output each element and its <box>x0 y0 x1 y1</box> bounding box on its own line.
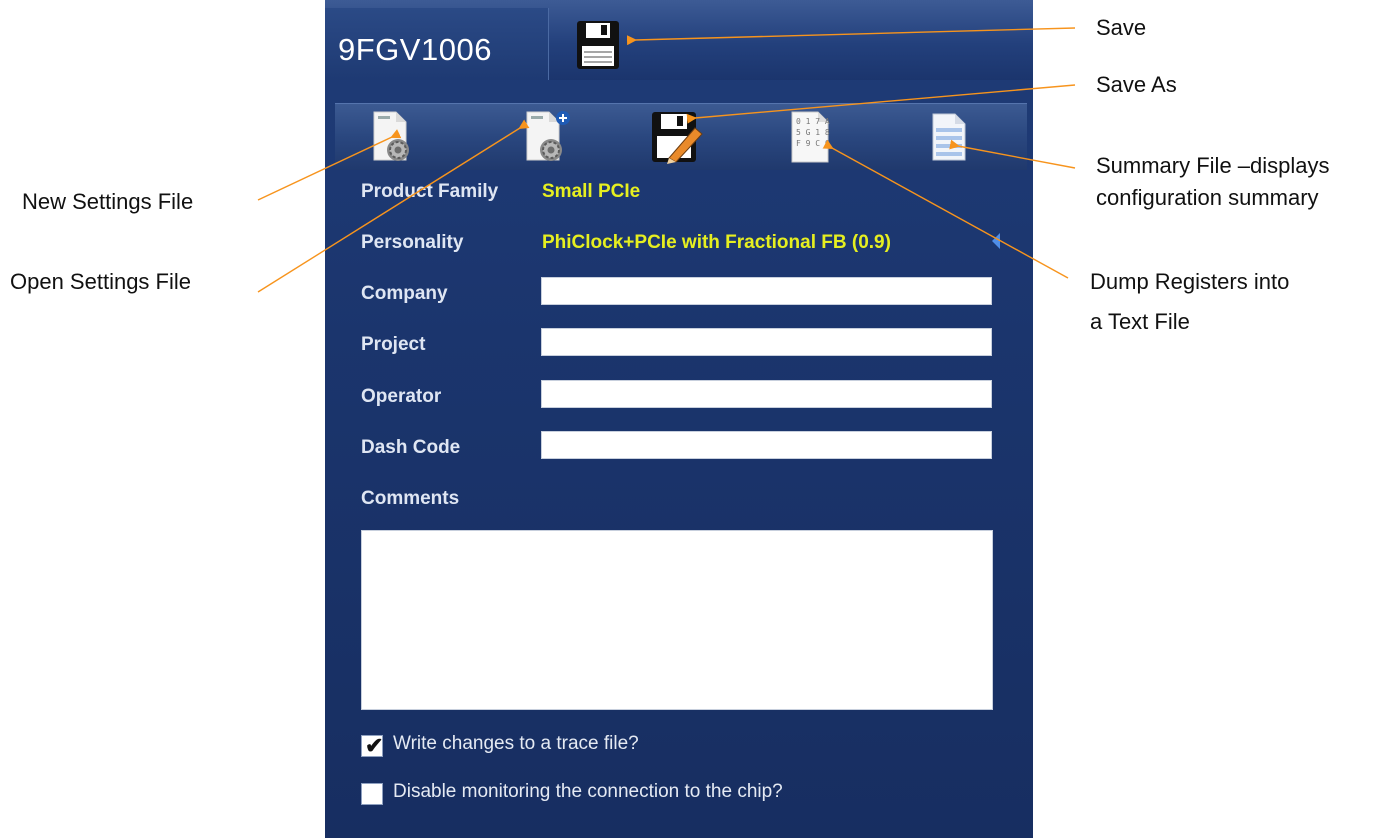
annotation-save: Save <box>1096 15 1147 40</box>
annotation-save-as: Save As <box>1096 72 1177 97</box>
annotation-new-settings: New Settings File <box>22 189 194 214</box>
annotation-open-settings: Open Settings File <box>10 269 191 294</box>
annotation-summary-line1: Summary File –displays <box>1096 153 1330 178</box>
open-settings-leader <box>257 119 530 293</box>
annotation-leader-lines <box>257 27 1076 293</box>
annotation-dump-line2: a Text File <box>1090 309 1190 334</box>
save-leader <box>626 27 1076 46</box>
dump-leader <box>822 139 1069 279</box>
summary-leader <box>949 139 1076 169</box>
save-as-leader <box>686 84 1076 124</box>
annotation-summary-line2: configuration summary <box>1096 185 1319 210</box>
annotation-dump-line1: Dump Registers into <box>1090 269 1290 294</box>
new-settings-leader <box>257 129 402 201</box>
